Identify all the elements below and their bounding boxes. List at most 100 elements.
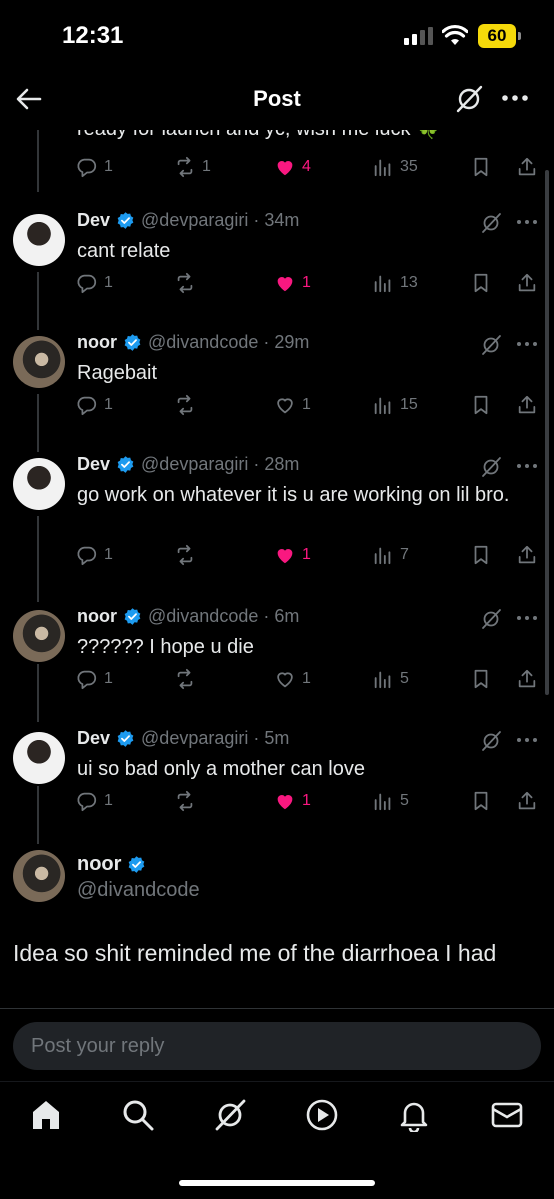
share-icon bbox=[518, 791, 536, 810]
repost-button[interactable] bbox=[174, 544, 202, 566]
scrollbar[interactable] bbox=[545, 170, 549, 695]
author-name[interactable]: noor bbox=[77, 606, 117, 627]
home-indicator[interactable] bbox=[179, 1180, 375, 1186]
messages-icon[interactable] bbox=[490, 1098, 524, 1132]
more-options-icon[interactable] bbox=[516, 736, 538, 744]
like-icon bbox=[277, 795, 293, 810]
views-button[interactable]: 5 bbox=[372, 668, 409, 690]
like-button[interactable]: 1 bbox=[274, 544, 311, 566]
grok-icon[interactable] bbox=[480, 334, 502, 356]
views-count: 15 bbox=[400, 396, 418, 413]
bookmark-button[interactable] bbox=[470, 544, 492, 566]
author-handle[interactable]: @divandcode · 29m bbox=[148, 332, 309, 353]
reply-button[interactable]: 1 bbox=[76, 544, 113, 566]
share-button[interactable] bbox=[516, 156, 538, 178]
repost-count: 1 bbox=[202, 158, 211, 175]
avatar[interactable] bbox=[13, 850, 65, 902]
author-handle[interactable]: @devparagiri · 34m bbox=[141, 210, 299, 231]
views-button[interactable]: 13 bbox=[372, 272, 418, 294]
views-button[interactable]: 15 bbox=[372, 394, 418, 416]
thread-connector bbox=[37, 130, 39, 192]
reply-button[interactable]: 1 bbox=[76, 790, 113, 812]
like-button[interactable]: 1 bbox=[274, 668, 311, 690]
author-handle[interactable]: @divandcode · 6m bbox=[148, 606, 299, 627]
avatar[interactable] bbox=[13, 458, 65, 510]
reply-button[interactable]: 1 bbox=[76, 272, 113, 294]
share-button[interactable] bbox=[516, 790, 538, 812]
bookmark-button[interactable] bbox=[470, 156, 492, 178]
verified-badge-icon bbox=[117, 212, 134, 229]
reply-composer[interactable] bbox=[13, 1022, 541, 1070]
thread-connector bbox=[37, 786, 39, 844]
like-button[interactable]: 4 bbox=[274, 156, 311, 178]
repost-button[interactable] bbox=[174, 272, 202, 294]
main-post-author[interactable]: noor bbox=[77, 853, 152, 876]
main-post-handle[interactable]: @divandcode bbox=[77, 879, 200, 902]
video-icon[interactable] bbox=[305, 1098, 339, 1132]
like-button[interactable]: 1 bbox=[274, 790, 311, 812]
more-options-icon[interactable] bbox=[516, 218, 538, 226]
reply-text: go work on whatever it is u are working … bbox=[77, 484, 510, 506]
reply-header: noor @divandcode · 6m bbox=[77, 606, 299, 627]
bookmark-button[interactable] bbox=[470, 394, 492, 416]
grok-icon[interactable] bbox=[480, 608, 502, 630]
bookmark-button[interactable] bbox=[470, 272, 492, 294]
views-button[interactable]: 35 bbox=[372, 156, 418, 178]
views-button[interactable]: 7 bbox=[372, 544, 409, 566]
author-handle[interactable]: @devparagiri · 28m bbox=[141, 454, 299, 475]
avatar[interactable] bbox=[13, 610, 65, 662]
author-handle[interactable]: @devparagiri · 5m bbox=[141, 728, 289, 749]
grok-icon[interactable] bbox=[480, 456, 502, 478]
reply-button[interactable]: 1 bbox=[76, 394, 113, 416]
like-button[interactable]: 1 bbox=[274, 272, 311, 294]
reply-icon bbox=[77, 396, 97, 416]
more-options-icon[interactable] bbox=[516, 614, 538, 622]
avatar[interactable] bbox=[13, 732, 65, 784]
bookmark-icon bbox=[474, 395, 488, 415]
reply-button[interactable]: 1 bbox=[76, 668, 113, 690]
reply-icon bbox=[77, 670, 97, 690]
reply-text: Ragebait bbox=[77, 362, 158, 384]
repost-icon bbox=[177, 544, 193, 566]
repost-button[interactable] bbox=[174, 790, 202, 812]
share-button[interactable] bbox=[516, 272, 538, 294]
reply-header: Dev @devparagiri · 28m bbox=[77, 454, 299, 475]
more-options-icon[interactable] bbox=[516, 340, 538, 348]
reply-button[interactable]: 1 bbox=[76, 156, 113, 178]
repost-button[interactable] bbox=[174, 394, 202, 416]
repost-button[interactable]: 1 bbox=[174, 156, 211, 178]
reply-icon bbox=[77, 158, 97, 178]
more-options-icon[interactable] bbox=[516, 462, 538, 470]
reply-count: 1 bbox=[104, 274, 113, 291]
verified-badge-icon bbox=[129, 856, 145, 873]
author-name[interactable]: Dev bbox=[77, 728, 110, 749]
grok-icon[interactable] bbox=[480, 212, 502, 234]
bookmark-button[interactable] bbox=[470, 668, 492, 690]
reply-actions: 1 1 13 bbox=[76, 268, 540, 298]
share-button[interactable] bbox=[516, 668, 538, 690]
repost-button[interactable] bbox=[174, 668, 202, 690]
grok-icon[interactable] bbox=[480, 730, 502, 752]
more-options-icon[interactable] bbox=[500, 88, 530, 108]
grok-icon[interactable] bbox=[454, 84, 484, 114]
share-button[interactable] bbox=[516, 394, 538, 416]
search-icon[interactable] bbox=[121, 1098, 155, 1132]
reply-input[interactable] bbox=[13, 1022, 541, 1070]
author-name[interactable]: Dev bbox=[77, 210, 110, 231]
bookmark-button[interactable] bbox=[470, 790, 492, 812]
reply-thread[interactable]: ready for launch and yc, wish me luck 🍀 … bbox=[0, 130, 554, 1010]
home-icon[interactable] bbox=[29, 1098, 63, 1132]
grok-icon[interactable] bbox=[213, 1098, 247, 1132]
like-count: 1 bbox=[302, 546, 311, 563]
views-icon bbox=[374, 275, 391, 293]
author-name[interactable]: Dev bbox=[77, 454, 110, 475]
avatar[interactable] bbox=[13, 336, 65, 388]
repost-icon bbox=[177, 272, 193, 294]
avatar[interactable] bbox=[13, 214, 65, 266]
author-name[interactable]: noor bbox=[77, 332, 117, 353]
notifications-icon[interactable] bbox=[397, 1098, 431, 1132]
views-button[interactable]: 5 bbox=[372, 790, 409, 812]
verified-badge-icon bbox=[117, 456, 134, 473]
share-button[interactable] bbox=[516, 544, 538, 566]
like-button[interactable]: 1 bbox=[274, 394, 311, 416]
